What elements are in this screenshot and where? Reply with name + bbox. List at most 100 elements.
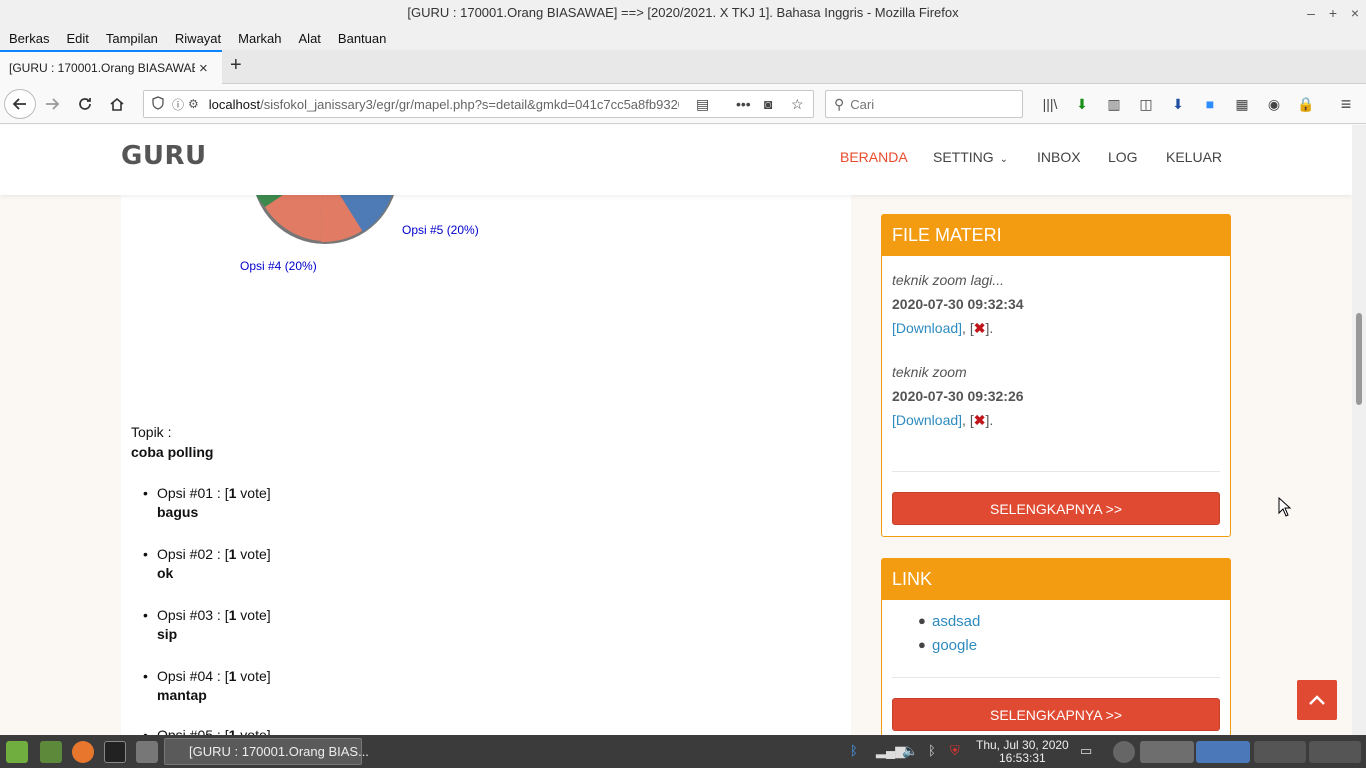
back-icon[interactable]: [4, 89, 36, 119]
menu-tampilan[interactable]: Tampilan: [106, 31, 158, 46]
link-title: LINK: [882, 559, 1230, 600]
poll-option: • Opsi #05 : [1 vote]: [143, 727, 271, 735]
link-more-button[interactable]: SELENGKAPNYA >>: [892, 698, 1220, 731]
poll-option-answer: sip: [157, 626, 178, 642]
divider: [892, 471, 1220, 472]
bookmark-star-icon[interactable]: ☆: [791, 96, 804, 113]
chart-label-opsi-4: Opsi #4 (20%): [240, 259, 317, 273]
firefox-launcher-icon[interactable]: [72, 741, 94, 763]
workspace-icon[interactable]: [1113, 741, 1135, 763]
tracking-shield-icon[interactable]: [152, 95, 164, 113]
window-titlebar: [GURU : 170001.Orang BIASAWAE] ==> [2020…: [0, 0, 1366, 26]
sidebar-icon[interactable]: ◫: [1136, 94, 1156, 114]
chart-label-opsi-5: Opsi #5 (20%): [402, 223, 479, 237]
site-info-icon[interactable]: ⓘ: [172, 96, 184, 113]
navigation-toolbar: ⓘ ⚙ localhost/sisfokol_janissary3/egr/gr…: [0, 84, 1366, 124]
url-bar[interactable]: ⓘ ⚙ localhost/sisfokol_janissary3/egr/gr…: [143, 90, 814, 118]
menu-riwayat[interactable]: Riwayat: [175, 31, 221, 46]
scrollbar-thumb[interactable]: [1356, 313, 1362, 405]
file-name: teknik zoom lagi...: [892, 272, 1005, 288]
close-window-icon[interactable]: ×: [1350, 0, 1360, 26]
page-actions-icon[interactable]: •••: [736, 96, 751, 112]
download-link[interactable]: [Download]: [892, 320, 962, 336]
workspace-2[interactable]: [1309, 741, 1361, 763]
home-icon[interactable]: [103, 90, 131, 118]
file-materi-more-button[interactable]: SELENGKAPNYA >>: [892, 492, 1220, 525]
workspace-1[interactable]: [1254, 741, 1306, 763]
firefox-window-icon[interactable]: [1196, 741, 1250, 763]
site-brand[interactable]: GURU: [121, 141, 207, 171]
menu-alat[interactable]: Alat: [299, 31, 321, 46]
terminal-icon[interactable]: [104, 741, 126, 763]
zoom-icon[interactable]: ■: [1200, 94, 1220, 114]
link-item[interactable]: ● asdsad: [918, 613, 980, 630]
menu-markah[interactable]: Markah: [238, 31, 281, 46]
maximize-icon[interactable]: +: [1328, 0, 1338, 26]
mint-menu-icon[interactable]: [6, 741, 28, 763]
volume-icon[interactable]: 🔈: [902, 743, 918, 759]
menu-edit[interactable]: Edit: [66, 31, 88, 46]
page-scrollbar[interactable]: [1352, 125, 1366, 735]
system-clock[interactable]: Thu, Jul 30, 2020 16:53:31: [976, 739, 1069, 765]
file-date: 2020-07-30 09:32:34: [892, 296, 1024, 312]
library-icon[interactable]: |||\: [1040, 94, 1060, 114]
nav-inbox[interactable]: INBOX: [1037, 149, 1081, 165]
url-text: localhost/sisfokol_janissary3/egr/gr/map…: [208, 96, 679, 112]
search-icon: ⚲: [834, 95, 845, 112]
delete-icon[interactable]: ✖: [974, 320, 986, 336]
bluetooth-icon[interactable]: ᛒ: [928, 743, 936, 758]
site-header: GURU BERANDA SETTING ⌄ INBOX LOG KELUAR: [0, 125, 1352, 195]
window-controls: – + ×: [1306, 0, 1360, 26]
main-content: Opsi #5 (20%) Opsi #4 (20%) Topik : coba…: [121, 195, 851, 735]
poll-pie-chart: [251, 195, 401, 245]
reader-view-icon[interactable]: ▤: [696, 96, 709, 113]
close-tab-icon[interactable]: ×: [199, 60, 208, 77]
account-icon[interactable]: ◉: [1264, 94, 1284, 114]
link-item[interactable]: ● google: [918, 637, 977, 654]
save-icon[interactable]: ⬇: [1168, 94, 1188, 114]
minimize-icon[interactable]: –: [1306, 0, 1316, 26]
page-viewport: GURU BERANDA SETTING ⌄ INBOX LOG KELUAR O…: [0, 125, 1352, 735]
poll-option: • Opsi #03 : [1 vote] sip: [143, 607, 271, 642]
new-tab-icon[interactable]: +: [230, 54, 242, 77]
nav-beranda[interactable]: BERANDA: [840, 149, 908, 165]
bluetooth-app-icon[interactable]: ᛒ: [850, 743, 858, 758]
search-box[interactable]: ⚲: [825, 90, 1023, 118]
menu-bantuan[interactable]: Bantuan: [338, 31, 386, 46]
chevron-down-icon: ⌄: [999, 154, 1009, 165]
qr-icon[interactable]: ▦: [1232, 94, 1252, 114]
window-title: [GURU : 170001.Orang BIASAWAE] ==> [2020…: [407, 5, 959, 20]
download-link[interactable]: [Download]: [892, 412, 962, 428]
search-input[interactable]: [850, 96, 1011, 112]
hamburger-menu-icon[interactable]: ≡: [1336, 94, 1356, 114]
reload-icon[interactable]: [71, 90, 99, 118]
mouse-cursor-icon: [1278, 497, 1292, 517]
permissions-icon[interactable]: ⚙: [188, 97, 199, 111]
files-launcher-icon[interactable]: [136, 741, 158, 763]
back-to-top-button[interactable]: [1297, 680, 1337, 720]
lock-icon[interactable]: 🔒: [1296, 94, 1316, 114]
pocket-icon[interactable]: ◙: [764, 96, 772, 112]
menu-berkas[interactable]: Berkas: [9, 31, 49, 46]
taskbar-firefox-window[interactable]: [GURU : 170001.Orang BIAS...: [164, 738, 369, 765]
file-actions: [Download], [✖].: [892, 412, 994, 428]
tab-bar: [GURU : 170001.Orang BIASAWAE] ==> [2020…: [0, 50, 1366, 84]
file-materi-panel: FILE MATERI teknik zoom lagi... 2020-07-…: [881, 214, 1231, 537]
topic-value: coba polling: [131, 444, 214, 460]
battery-icon[interactable]: ▭: [1080, 743, 1092, 759]
delete-icon[interactable]: ✖: [974, 412, 986, 428]
nav-setting[interactable]: SETTING ⌄: [933, 149, 1008, 165]
topic-label: Topik :: [131, 424, 172, 440]
browser-tab[interactable]: [GURU : 170001.Orang BIASAWAE] ==> [2020…: [0, 50, 222, 84]
nav-keluar[interactable]: KELUAR: [1166, 149, 1222, 165]
download-arrow-icon[interactable]: ⬇: [1072, 94, 1092, 114]
nav-log[interactable]: LOG: [1108, 149, 1138, 165]
extension-icon[interactable]: ▥: [1104, 94, 1124, 114]
show-desktop-icon[interactable]: [40, 741, 62, 763]
network-icon[interactable]: ▂▄▆: [876, 743, 905, 759]
files-window-icon[interactable]: [1140, 741, 1194, 763]
poll-option: • Opsi #04 : [1 vote] mantap: [143, 668, 271, 703]
forward-icon[interactable]: [38, 90, 66, 118]
menu-bar: Berkas Edit Tampilan Riwayat Markah Alat…: [0, 26, 1366, 50]
update-shield-icon[interactable]: ⛨: [950, 743, 960, 759]
